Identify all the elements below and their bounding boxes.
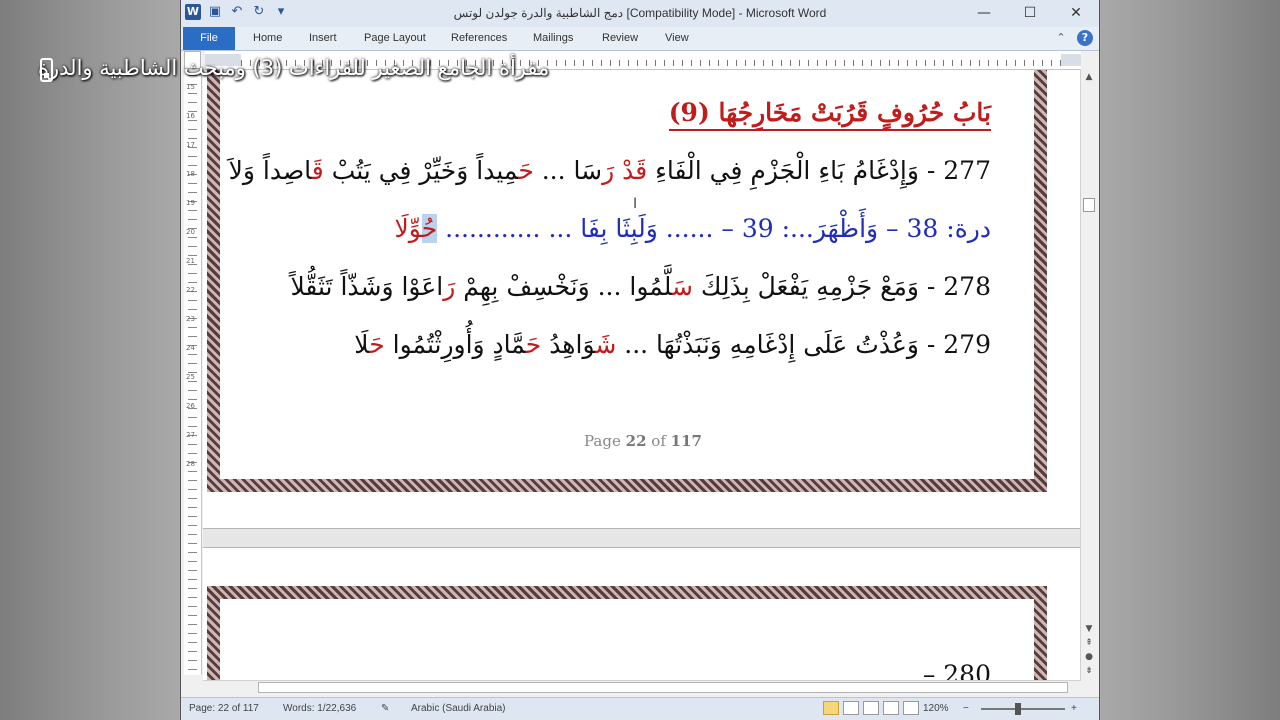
language-indicator[interactable]: Arabic (Saudi Arabia) xyxy=(411,703,506,714)
ruler-number: 16 xyxy=(186,112,195,120)
previous-page-icon[interactable]: ⇞ xyxy=(1081,636,1097,650)
text-cursor-icon: I xyxy=(633,196,638,212)
status-bar: Page: 22 of 117 Words: 1/22,636 ✎ Arabic… xyxy=(181,697,1099,720)
verse-number: 278 xyxy=(943,272,991,301)
ruler-number: 24 xyxy=(186,344,195,352)
scroll-thumb[interactable] xyxy=(1083,198,1095,212)
outline-button[interactable] xyxy=(883,701,899,715)
vertical-ruler[interactable]: 15 16 17 18 19 20 21 22 23 24 25 26 27 28 xyxy=(184,75,202,675)
chapter-heading: بَابُ حُرُوفٍ قَرُبَتْ مَخَارِجُهَا (9) xyxy=(668,98,991,131)
help-icon[interactable]: ? xyxy=(1077,30,1093,46)
zoom-slider[interactable] xyxy=(981,708,1065,710)
ruler-number: 21 xyxy=(186,257,195,265)
scroll-down-icon[interactable]: ▼ xyxy=(1081,622,1097,636)
ruler-number: 19 xyxy=(186,199,195,207)
page-gap xyxy=(203,528,1083,548)
tab-home[interactable]: Home xyxy=(253,27,282,50)
ruler-number: 27 xyxy=(186,431,195,439)
ribbon-collapse-icon[interactable]: ⌃ xyxy=(1053,30,1069,46)
next-page-icon[interactable]: ⇟ xyxy=(1081,664,1097,678)
vertical-scrollbar[interactable]: ▲ ▼ ⇞ ● ⇟ xyxy=(1080,70,1097,680)
document-page: بَابُ حُرُوفٍ قَرُبَتْ مَخَارِجُهَا (9) … xyxy=(203,70,1083,528)
scroll-thumb[interactable] xyxy=(258,682,1068,693)
draft-button[interactable] xyxy=(903,701,919,715)
page-border xyxy=(207,586,1047,680)
ruler-number: 18 xyxy=(186,170,195,178)
zoom-in-button[interactable]: + xyxy=(1071,703,1077,714)
tab-insert[interactable]: Insert xyxy=(309,27,337,50)
print-layout-button[interactable] xyxy=(823,701,839,715)
tab-page-layout[interactable]: Page Layout xyxy=(364,27,426,50)
page-footer: Page 22 of 117 xyxy=(584,432,702,450)
tab-view[interactable]: View xyxy=(665,27,689,50)
zoom-slider-handle[interactable] xyxy=(1015,703,1021,715)
video-icon xyxy=(40,58,53,82)
word-window: W ▣ ↶ ↻ ▾ دمج الشاطبية والدرة جولدن لوتس… xyxy=(180,0,1100,720)
text-selection[interactable]: حُ xyxy=(421,214,438,243)
background-left xyxy=(0,0,180,720)
browse-object-icon[interactable]: ● xyxy=(1081,650,1097,664)
title-bar: W ▣ ↶ ↻ ▾ دمج الشاطبية والدرة جولدن لوتس… xyxy=(181,0,1099,28)
close-button[interactable]: ✕ xyxy=(1053,0,1099,27)
horizontal-scrollbar[interactable] xyxy=(203,680,1081,695)
minimize-button[interactable]: — xyxy=(961,0,1007,27)
verse-line: 277 - وَإِدْغَامُ بَاءِ الْجَزْمِ فِي ال… xyxy=(228,156,991,185)
verse-number: 279 xyxy=(943,330,991,359)
tab-references[interactable]: References xyxy=(451,27,507,50)
verse-line: 279 - وَعُذْتُ عَلَى إِدْغَامِهِ وَنَبَذ… xyxy=(354,330,991,359)
verse-line: 280 – xyxy=(922,660,991,680)
ruler-number: 15 xyxy=(186,83,195,91)
ruler-number: 25 xyxy=(186,373,195,381)
verse-line: 278 - وَمَعْ جَزْمِهِ يَفْعَلْ بِذَلِكَ … xyxy=(290,272,991,301)
ruler-number: 23 xyxy=(186,315,195,323)
tab-mailings[interactable]: Mailings xyxy=(533,27,573,50)
document-area[interactable]: بَابُ حُرُوفٍ قَرُبَتْ مَخَارِجُهَا (9) … xyxy=(203,70,1083,680)
ruler-number: 28 xyxy=(186,460,195,468)
video-caption: مقرأة الجامع الصغير للقراءات (3) ومبحث ا… xyxy=(38,56,550,80)
durrah-line: درة: 38 – وَأَظْهَرَ...: 39 – ...... وَل… xyxy=(394,214,991,243)
word-count[interactable]: Words: 1/22,636 xyxy=(283,703,356,714)
tab-review[interactable]: Review xyxy=(602,27,638,50)
ruler-number: 20 xyxy=(186,228,195,236)
zoom-out-button[interactable]: − xyxy=(963,703,969,714)
zoom-level[interactable]: 120% xyxy=(923,703,949,714)
verse-number: 277 xyxy=(943,156,991,185)
proofing-icon[interactable]: ✎ xyxy=(381,703,389,714)
tab-file[interactable]: File xyxy=(183,27,235,50)
maximize-button[interactable]: ☐ xyxy=(1007,0,1053,27)
ruler-number: 22 xyxy=(186,286,195,294)
document-page: 280 – xyxy=(203,548,1083,680)
scroll-up-icon[interactable]: ▲ xyxy=(1081,70,1097,84)
web-layout-button[interactable] xyxy=(863,701,879,715)
ribbon-tabs: File Home Insert Page Layout References … xyxy=(181,27,1099,51)
ruler-number: 17 xyxy=(186,141,195,149)
background-right xyxy=(1100,0,1280,720)
full-screen-reading-button[interactable] xyxy=(843,701,859,715)
ruler-number: 26 xyxy=(186,402,195,410)
page-count[interactable]: Page: 22 of 117 xyxy=(189,703,259,714)
